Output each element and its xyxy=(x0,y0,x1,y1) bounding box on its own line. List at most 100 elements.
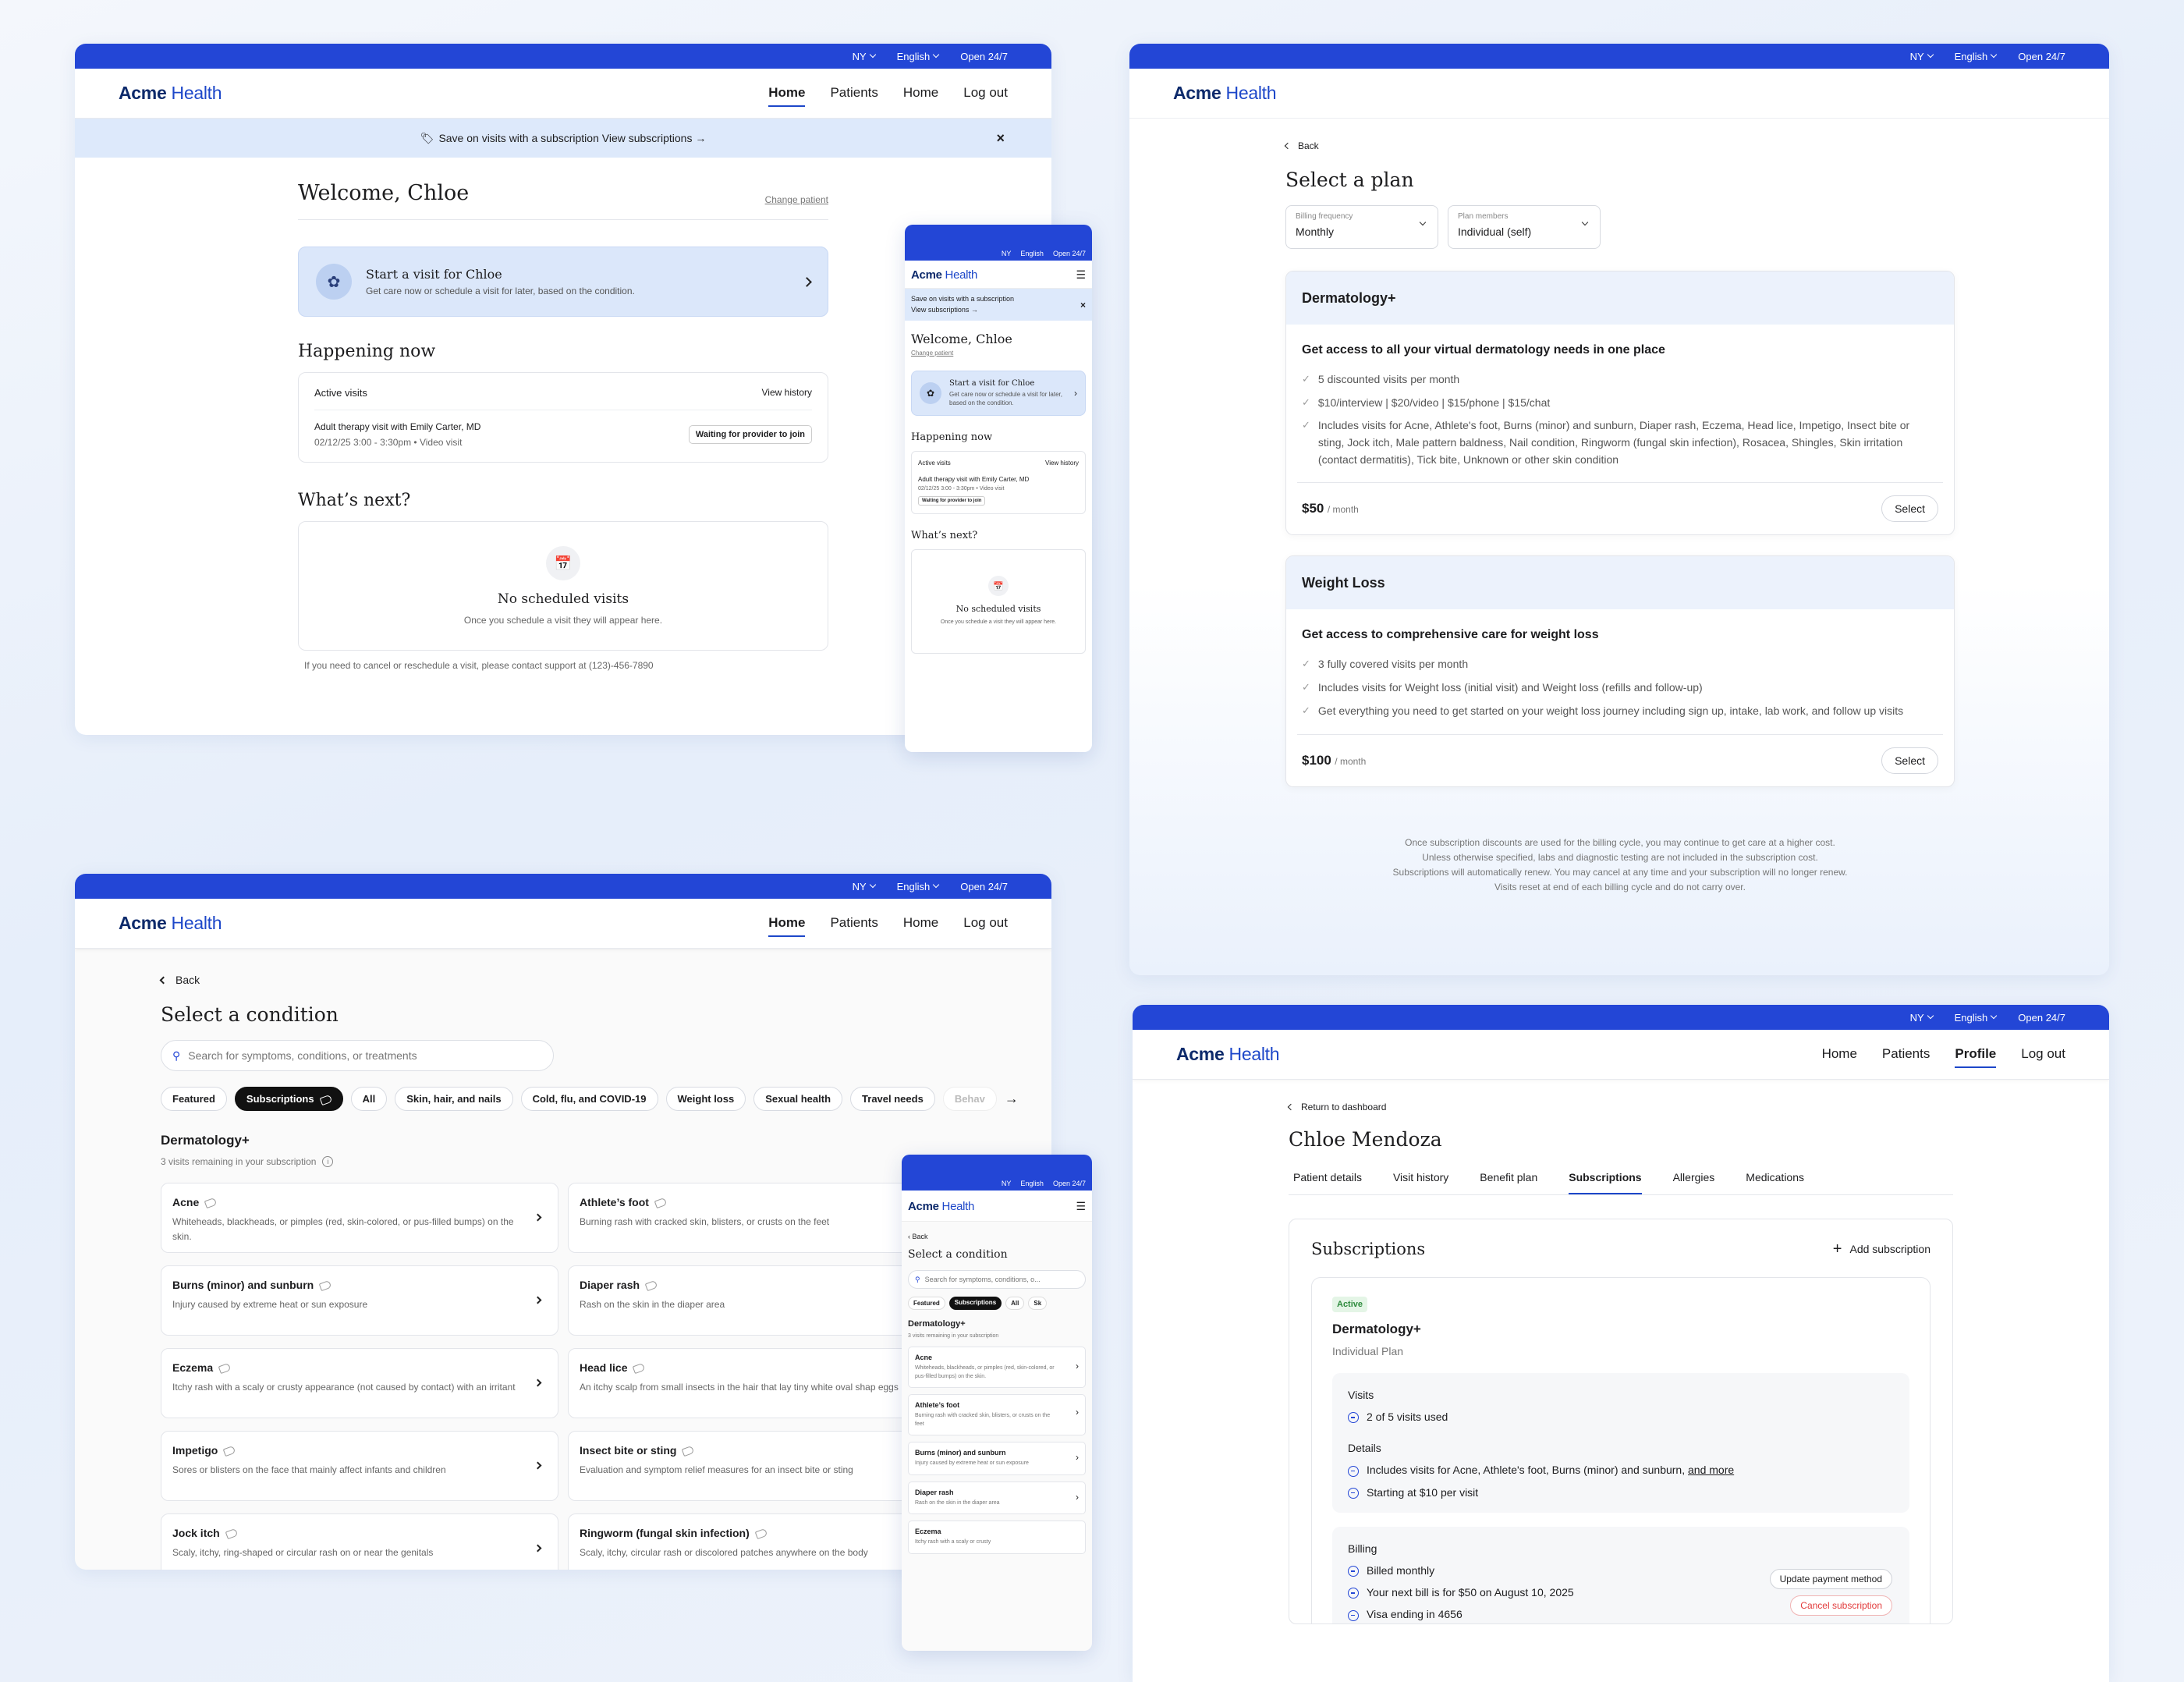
arrow-right-icon[interactable]: → xyxy=(1005,1091,1019,1107)
condition-card[interactable]: Diaper rash Rash on the skin in the diape… xyxy=(908,1481,1086,1514)
add-subscription-button[interactable]: + Add subscription xyxy=(1833,1241,1930,1257)
chip-behavioral[interactable]: Behav xyxy=(942,1087,997,1111)
language-selector[interactable]: English xyxy=(897,881,940,892)
state-selector[interactable]: NY xyxy=(1002,250,1012,257)
condition-card[interactable]: Burns (minor) and sunburn Injury caused b… xyxy=(161,1265,558,1336)
back-link[interactable]: Back xyxy=(1284,140,1955,151)
search-input[interactable]: Search for symptoms, conditions, or trea… xyxy=(188,1049,417,1062)
select-plan-button[interactable]: Select xyxy=(1881,747,1938,774)
nav-logout[interactable]: Log out xyxy=(963,80,1008,107)
nav-profile[interactable]: Profile xyxy=(1955,1041,1997,1068)
view-history-link[interactable]: View history xyxy=(762,387,812,399)
logo[interactable]: Acme Health xyxy=(119,83,222,104)
cancel-subscription-button[interactable]: Cancel subscription xyxy=(1790,1595,1892,1616)
info-icon[interactable]: i xyxy=(322,1156,334,1167)
logo[interactable]: Acme Health xyxy=(908,1200,974,1213)
state-selector[interactable]: NY xyxy=(853,51,876,62)
condition-card[interactable]: Eczema Itchy rash with a scaly or crusty … xyxy=(161,1348,558,1418)
plan-name: Weight Loss xyxy=(1286,556,1954,610)
tab-subscriptions[interactable]: Subscriptions xyxy=(1569,1163,1642,1194)
state-selector[interactable]: NY xyxy=(1910,1012,1934,1024)
logo[interactable]: Acme Health xyxy=(119,913,222,934)
tag-icon xyxy=(318,1280,332,1292)
chip-subscriptions[interactable]: Subscriptions xyxy=(948,1297,1002,1310)
state-selector[interactable]: NY xyxy=(853,881,876,892)
condition-card[interactable]: Athlete’s foot Burning rash with cracked … xyxy=(908,1394,1086,1435)
close-icon[interactable]: × xyxy=(996,130,1005,147)
nav-home[interactable]: Home xyxy=(768,910,806,937)
logo[interactable]: Acme Health xyxy=(1173,83,1277,104)
select-plan-button[interactable]: Select xyxy=(1881,495,1938,523)
language-selector[interactable]: English xyxy=(1020,1180,1044,1187)
nav-logout[interactable]: Log out xyxy=(963,910,1008,937)
state-selector[interactable]: NY xyxy=(1002,1180,1012,1187)
condition-desc: Itchy rash with a scaly or crusty xyxy=(915,1539,991,1545)
language-selector[interactable]: English xyxy=(897,51,940,62)
nav-home[interactable]: Home xyxy=(1822,1041,1857,1068)
chevron-down-icon xyxy=(869,881,876,889)
and-more-link[interactable]: and more xyxy=(1688,1464,1734,1476)
banner-link[interactable]: View subscriptions → xyxy=(911,304,1086,315)
search-field[interactable]: ⚲ Search for symptoms, conditions, o... xyxy=(908,1270,1086,1289)
nav-home-secondary[interactable]: Home xyxy=(903,910,938,937)
start-visit-card[interactable]: ✿ Start a visit for Chloe Get care now o… xyxy=(911,370,1086,417)
chevron-right-icon xyxy=(534,1213,542,1222)
menu-icon[interactable]: ☰ xyxy=(1076,268,1086,282)
chip-weight-loss[interactable]: Weight loss xyxy=(665,1087,746,1111)
condition-card[interactable]: Burns (minor) and sunburn Injury caused b… xyxy=(908,1442,1086,1475)
chip-subscriptions[interactable]: Subscriptions xyxy=(234,1087,343,1111)
chip-travel[interactable]: Travel needs xyxy=(850,1087,935,1111)
nav-patients[interactable]: Patients xyxy=(830,80,878,107)
condition-name: Acne xyxy=(172,1196,200,1208)
change-patient-link[interactable]: Change patient xyxy=(911,350,1086,357)
language-selector[interactable]: English xyxy=(1955,1012,1998,1024)
condition-card[interactable]: Impetigo Sores or blisters on the face th… xyxy=(161,1431,558,1501)
view-history-link[interactable]: View history xyxy=(1045,460,1079,467)
back-link[interactable]: Return to dashboard xyxy=(1287,1102,1953,1112)
condition-card[interactable]: Eczema Itchy rash with a scaly or crusty xyxy=(908,1521,1086,1554)
back-link[interactable]: Back xyxy=(159,974,1019,986)
update-payment-button[interactable]: Update payment method xyxy=(1769,1568,1892,1589)
chip-sexual-health[interactable]: Sexual health xyxy=(753,1087,843,1111)
state-selector[interactable]: NY xyxy=(1910,51,1934,62)
back-link[interactable]: ‹ Back xyxy=(908,1233,1086,1240)
tab-benefit-plan[interactable]: Benefit plan xyxy=(1480,1163,1537,1194)
chip-cold-flu[interactable]: Cold, flu, and COVID-19 xyxy=(520,1087,658,1111)
chevron-right-icon: › xyxy=(1076,1491,1079,1503)
nav-logout[interactable]: Log out xyxy=(2021,1041,2065,1068)
chip-all[interactable]: All xyxy=(1005,1297,1025,1310)
chip-skin[interactable]: Sk xyxy=(1028,1297,1048,1310)
banner-text[interactable]: Save on visits with a subscription View … xyxy=(438,132,706,144)
condition-card[interactable]: Acne Whiteheads, blackheads, or pimples (… xyxy=(908,1347,1086,1388)
condition-card[interactable]: Jock itch Scaly, itchy, ring-shaped or ci… xyxy=(161,1513,558,1570)
tab-allergies[interactable]: Allergies xyxy=(1673,1163,1715,1194)
members-value: Individual (self) xyxy=(1458,225,1532,238)
plan-members-select[interactable]: Plan members Individual (self) xyxy=(1448,205,1601,249)
nav-home[interactable]: Home xyxy=(768,80,806,107)
billing-frequency-select[interactable]: Billing frequency Monthly xyxy=(1285,205,1438,249)
start-visit-card[interactable]: ✿ Start a visit for Chloe Get care now o… xyxy=(298,247,828,317)
close-icon[interactable]: × xyxy=(1080,298,1086,313)
plan-period: / month xyxy=(1327,504,1359,516)
condition-card[interactable]: Acne Whiteheads, blackheads, or pimples (… xyxy=(161,1183,558,1253)
menu-icon[interactable]: ☰ xyxy=(1076,1200,1086,1213)
search-field[interactable]: ⚲ Search for symptoms, conditions, or tr… xyxy=(161,1040,554,1071)
logo[interactable]: Acme Health xyxy=(911,268,977,282)
language-selector[interactable]: English xyxy=(1955,51,1998,62)
search-input[interactable]: Search for symptoms, conditions, o... xyxy=(925,1276,1041,1283)
change-patient-link[interactable]: Change patient xyxy=(765,194,828,205)
condition-desc: Injury caused by extreme heat or sun exp… xyxy=(172,1299,368,1310)
chip-all[interactable]: All xyxy=(350,1087,388,1111)
chip-skin[interactable]: Skin, hair, and nails xyxy=(395,1087,513,1111)
chip-featured[interactable]: Featured xyxy=(908,1297,945,1310)
nav-patients[interactable]: Patients xyxy=(1882,1041,1930,1068)
tab-medications[interactable]: Medications xyxy=(1746,1163,1804,1194)
check-icon: ✓ xyxy=(1302,704,1310,716)
tab-patient-details[interactable]: Patient details xyxy=(1293,1163,1362,1194)
tab-visit-history[interactable]: Visit history xyxy=(1393,1163,1448,1194)
nav-patients[interactable]: Patients xyxy=(830,910,878,937)
chip-featured[interactable]: Featured xyxy=(161,1087,227,1111)
logo[interactable]: Acme Health xyxy=(1176,1044,1280,1065)
language-selector[interactable]: English xyxy=(1020,250,1044,257)
nav-home-secondary[interactable]: Home xyxy=(903,80,938,107)
